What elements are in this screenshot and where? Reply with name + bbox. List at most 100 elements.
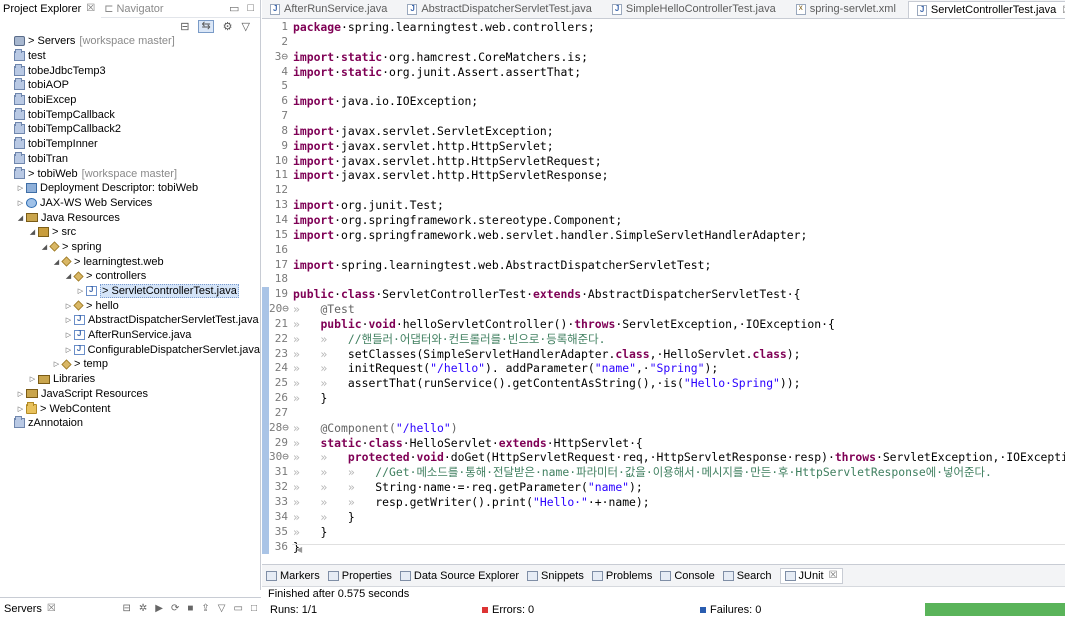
tree-item[interactable]: ▷ AfterRunService.java <box>0 328 260 343</box>
tree-item[interactable]: tobiTempCallback <box>0 107 260 122</box>
debug-icon[interactable]: ✲ <box>139 603 147 614</box>
close-icon[interactable]: ☒ <box>47 603 56 614</box>
code-line[interactable]: 2 <box>262 35 1065 50</box>
tree-item[interactable]: ▷ JavaScript Resources <box>0 387 260 402</box>
code-line[interactable]: 9 import·javax.servlet.http.HttpServlet; <box>262 139 1065 154</box>
start-server-icon[interactable]: ▶ <box>155 603 163 614</box>
editor-tab[interactable]: spring-servlet.xml <box>788 0 908 18</box>
close-icon[interactable]: ☒ <box>829 570 838 581</box>
expanded-arrow-icon[interactable]: ◢ <box>28 228 37 236</box>
code-line[interactable]: 1 package·spring.learningtest.web.control… <box>262 20 1065 35</box>
collapse-icon[interactable]: ⊟ <box>122 603 130 614</box>
profile-icon[interactable]: ⟳ <box>171 603 179 614</box>
horizontal-scrollbar[interactable]: ◀ <box>292 544 1065 554</box>
collapsed-arrow-icon[interactable]: ▷ <box>64 346 73 354</box>
code-line[interactable]: 23» » setClasses(SimpleServletHandlerAda… <box>262 346 1065 362</box>
code-line[interactable]: 33» » » resp.getWriter().print("Hello·"·… <box>262 495 1065 510</box>
tree-item[interactable]: tobiTempInner <box>0 137 260 152</box>
collapsed-arrow-icon[interactable]: ▷ <box>64 331 73 339</box>
tab-project-explorer[interactable]: Project Explorer ☒ <box>0 0 102 18</box>
code-line[interactable]: 8 import·javax.servlet.ServletException; <box>262 124 1065 139</box>
code-line[interactable]: 17 import·spring.learningtest.web.Abstrac… <box>262 258 1065 273</box>
editor-tab[interactable]: AbstractDispatcherServletTest.java <box>399 0 604 18</box>
panel-tab[interactable]: Search <box>722 570 772 582</box>
tree-item[interactable]: ▷ Deployment Descriptor: tobiWeb <box>0 181 260 196</box>
collapsed-arrow-icon[interactable]: ▷ <box>16 184 25 192</box>
code-line[interactable]: 15 import·org.springframework.web.servlet… <box>262 228 1065 243</box>
panel-tab[interactable]: Snippets <box>527 570 584 582</box>
expanded-arrow-icon[interactable]: ◢ <box>64 272 73 280</box>
collapse-all-icon[interactable]: ⊟ <box>180 20 189 33</box>
code-line[interactable]: 18 <box>262 272 1065 287</box>
code-line[interactable]: 30⊖» » protected·void·doGet(HttpServletR… <box>262 450 1065 466</box>
code-line[interactable]: 14 import·org.springframework.stereotype.… <box>262 213 1065 228</box>
tree-item[interactable]: ▷ AbstractDispatcherServletTest.java <box>0 313 260 328</box>
collapsed-arrow-icon[interactable]: ▷ <box>64 302 73 310</box>
minimize-icon[interactable]: ▭ <box>229 2 239 15</box>
tree-item[interactable]: tobiAOP <box>0 78 260 93</box>
panel-tab[interactable]: JUnit ☒ <box>779 567 843 584</box>
maximize-icon[interactable]: □ <box>247 2 254 15</box>
tree-item[interactable]: ◢ > spring <box>0 240 260 255</box>
expanded-arrow-icon[interactable]: ◢ <box>52 258 61 266</box>
code-line[interactable]: 35» } <box>262 524 1065 540</box>
code-line[interactable]: 26» } <box>262 391 1065 406</box>
panel-tab[interactable]: Markers <box>266 570 320 582</box>
stop-server-icon[interactable]: ■ <box>187 603 193 614</box>
code-line[interactable]: 3⊖ import·static·org.hamcrest.CoreMatcher… <box>262 50 1065 65</box>
expanded-arrow-icon[interactable]: ◢ <box>16 214 25 222</box>
expanded-arrow-icon[interactable]: ◢ <box>40 243 49 251</box>
editor-tab[interactable]: ServletControllerTest.java☒ <box>907 1 1065 18</box>
panel-tab[interactable]: Console <box>660 570 715 582</box>
collapsed-arrow-icon[interactable]: ▷ <box>76 287 85 295</box>
tree-item[interactable]: tobiTempCallback2 <box>0 122 260 137</box>
maximize-icon[interactable]: □ <box>251 603 257 614</box>
code-line[interactable]: 13 import·org.junit.Test; <box>262 198 1065 213</box>
collapsed-arrow-icon[interactable]: ▷ <box>16 390 25 398</box>
code-line[interactable]: 34» » } <box>262 509 1065 525</box>
tree-item[interactable]: test <box>0 49 260 64</box>
view-menu-icon[interactable]: ▽ <box>242 20 250 33</box>
tree-item[interactable]: ▷ > hello <box>0 298 260 313</box>
publish-icon[interactable]: ⇪ <box>201 603 209 614</box>
code-line[interactable]: 32» » » String·name·=·req.getParameter("… <box>262 480 1065 495</box>
tree-item[interactable]: > tobiWeb [workspace master] <box>0 166 260 181</box>
code-line[interactable]: 31» » » //Get·메소드를·통해·전달받은·name·파라미터·값을·… <box>262 465 1065 481</box>
tree-item[interactable]: ▷ JAX-WS Web Services <box>0 196 260 211</box>
servers-view-tab[interactable]: Servers ☒ ⊟ ✲ ▶ ⟳ ■ ⇪ ▽ ▭ □ <box>0 597 261 619</box>
code-line[interactable]: 24» » initRequest("/hello"). addParamete… <box>262 361 1065 377</box>
code-line[interactable]: 11 import·javax.servlet.http.HttpServletR… <box>262 168 1065 183</box>
code-line[interactable]: 19 public·class·ServletControllerTest·ext… <box>262 287 1065 303</box>
tree-item[interactable]: ▷ ConfigurableDispatcherServlet.java <box>0 342 260 357</box>
code-line[interactable]: 27 <box>262 405 1065 421</box>
editor-tab[interactable]: SimpleHelloControllerTest.java <box>604 0 788 18</box>
panel-tab[interactable]: Data Source Explorer <box>399 570 519 582</box>
panel-tab[interactable]: Properties <box>327 570 392 582</box>
tree-item[interactable]: ▷ > temp <box>0 357 260 372</box>
code-line[interactable]: 28⊖» @Component("/hello") <box>262 420 1065 436</box>
tree-item[interactable]: zAnnotaion <box>0 416 260 431</box>
code-line[interactable]: 7 <box>262 109 1065 124</box>
code-line[interactable]: 10 import·javax.servlet.http.HttpServletR… <box>262 154 1065 169</box>
tab-navigator[interactable]: ⊏ Navigator <box>101 0 169 18</box>
tree-item[interactable]: ▷ > WebContent <box>0 401 260 416</box>
tree-item[interactable]: ▷ > ServletControllerTest.java <box>0 284 260 299</box>
code-line[interactable]: 6 import·java.io.IOException; <box>262 94 1065 109</box>
code-line[interactable]: 21» public·void·helloServletController()… <box>262 316 1065 332</box>
tree-item[interactable]: ◢ > src <box>0 225 260 240</box>
tree-item[interactable]: tobiTran <box>0 151 260 167</box>
collapsed-arrow-icon[interactable]: ▷ <box>16 199 25 207</box>
tree-item[interactable]: ▷ Libraries <box>0 372 260 387</box>
collapsed-arrow-icon[interactable]: ▷ <box>52 360 61 368</box>
code-line[interactable]: 4 import·static·org.junit.Assert.assertTh… <box>262 65 1065 80</box>
close-icon[interactable]: ☒ <box>86 3 95 14</box>
code-line[interactable]: 29» static·class·HelloServlet·extends·Ht… <box>262 435 1065 451</box>
link-with-editor-icon[interactable]: ⇆ <box>198 19 214 33</box>
code-line[interactable]: 5 <box>262 79 1065 94</box>
collapsed-arrow-icon[interactable]: ▷ <box>28 375 37 383</box>
tree-item[interactable]: ◢ > controllers <box>0 269 260 284</box>
collapsed-arrow-icon[interactable]: ▷ <box>64 316 73 324</box>
view-menu-icon[interactable]: ▽ <box>218 603 226 614</box>
code-area[interactable]: 1 package·spring.learningtest.web.control… <box>262 20 1065 555</box>
focus-icon[interactable]: ⚙ <box>223 20 233 33</box>
